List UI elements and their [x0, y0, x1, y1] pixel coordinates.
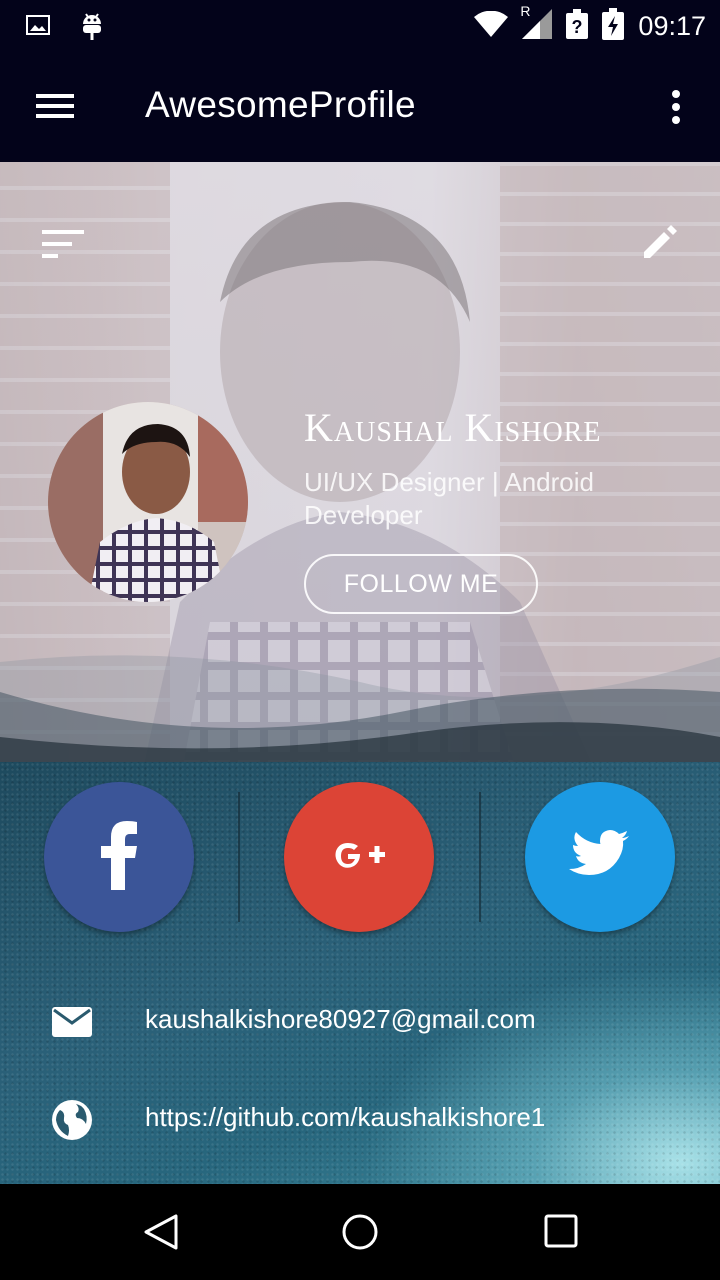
- google-plus-button[interactable]: [284, 782, 434, 932]
- website-row[interactable]: https://github.com/kaushalkishore1: [0, 1088, 720, 1148]
- globe-icon: [50, 1098, 94, 1142]
- more-vert-icon[interactable]: [664, 88, 688, 126]
- svg-text:?: ?: [572, 17, 583, 37]
- follow-button[interactable]: FOLLOW ME: [304, 554, 538, 614]
- status-time: 09:17: [638, 11, 706, 41]
- header-wave: [0, 655, 720, 762]
- recents-icon[interactable]: [542, 1212, 582, 1252]
- wifi-icon: [474, 10, 509, 42]
- facebook-icon: [99, 820, 139, 895]
- hamburger-icon[interactable]: [36, 90, 76, 122]
- twitter-icon: [569, 829, 631, 885]
- navigation-bar: [0, 1184, 720, 1280]
- app-screen: R ? 09:17 AwesomeProfile Kaushal Kishore…: [0, 0, 720, 1280]
- profile-role: UI/UX Designer | Android Developer: [304, 467, 594, 530]
- image-icon: [26, 13, 50, 42]
- email-row[interactable]: kaushalkishore80927@gmail.com: [0, 990, 720, 1050]
- google-plus-icon: [329, 835, 389, 880]
- back-icon[interactable]: [140, 1212, 180, 1252]
- profile-name: Kaushal Kishore: [304, 405, 602, 450]
- sort-icon[interactable]: [42, 228, 86, 260]
- android-icon: [80, 10, 104, 45]
- contact-section: kaushalkishore80927@gmail.com https://gi…: [0, 762, 720, 1184]
- signal-icon: R: [520, 3, 553, 44]
- battery-icon: [602, 8, 625, 45]
- social-divider: [479, 792, 481, 922]
- social-divider: [238, 792, 240, 922]
- twitter-button[interactable]: [525, 782, 675, 932]
- network-label: R: [520, 3, 531, 19]
- profile-header: Kaushal Kishore UI/UX Designer | Android…: [0, 162, 720, 762]
- app-toolbar: AwesomeProfile: [0, 52, 720, 162]
- app-title: AwesomeProfile: [145, 84, 416, 125]
- email-text: kaushalkishore80927@gmail.com: [145, 1004, 536, 1034]
- avatar[interactable]: [48, 402, 248, 602]
- status-bar: R ? 09:17: [0, 0, 720, 52]
- email-icon: [50, 1000, 94, 1044]
- edit-icon[interactable]: [640, 222, 680, 262]
- unknown-status-icon: ?: [566, 9, 589, 44]
- website-text: https://github.com/kaushalkishore1: [145, 1102, 546, 1132]
- facebook-button[interactable]: [44, 782, 194, 932]
- home-icon[interactable]: [340, 1212, 380, 1252]
